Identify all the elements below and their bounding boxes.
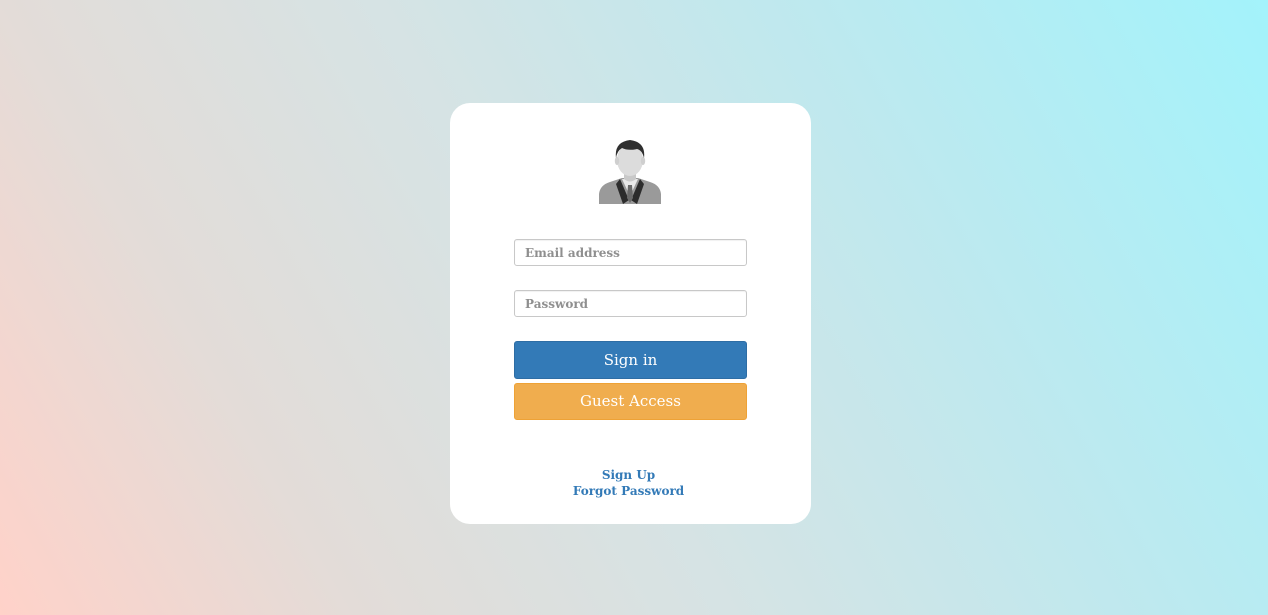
email-field[interactable] <box>514 239 747 266</box>
login-card: Sign in Guest Access Sign Up Forgot Pass… <box>450 103 811 524</box>
user-avatar-icon <box>599 140 661 204</box>
sign-in-button[interactable]: Sign in <box>514 341 747 379</box>
password-field[interactable] <box>514 290 747 317</box>
forgot-password-link[interactable]: Forgot Password <box>450 484 807 498</box>
guest-access-button[interactable]: Guest Access <box>514 383 747 420</box>
sign-up-link[interactable]: Sign Up <box>450 468 807 482</box>
